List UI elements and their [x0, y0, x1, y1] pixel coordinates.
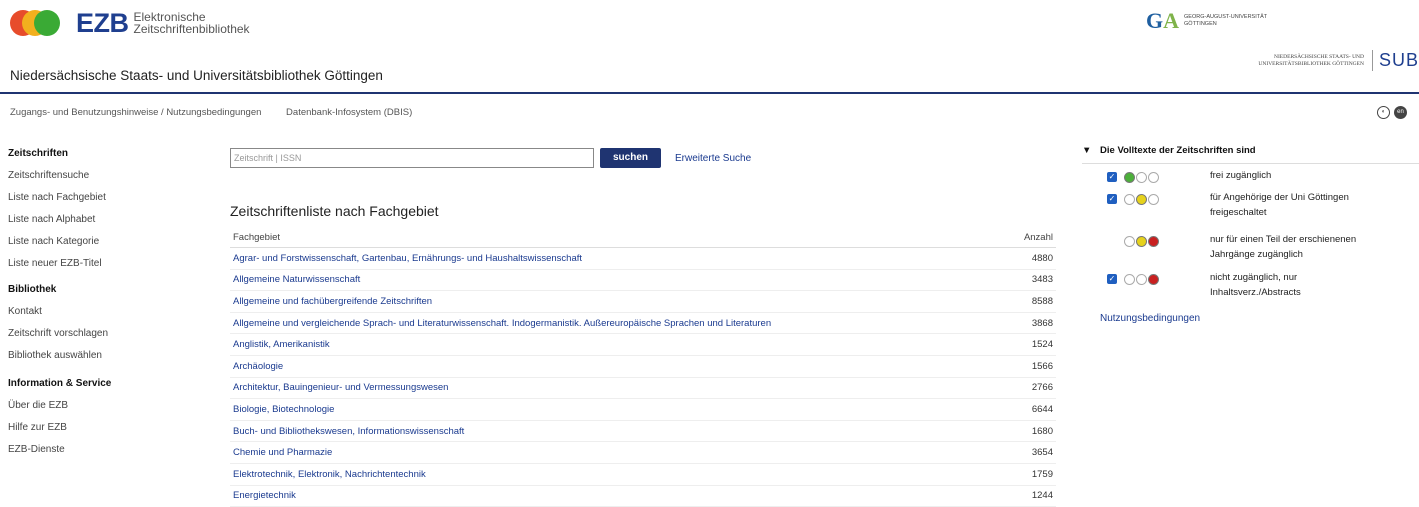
header-divider — [0, 92, 1419, 94]
search-input[interactable]: Zeitschrift | ISSN — [230, 148, 594, 168]
list-title: Zeitschriftenliste nach Fachgebiet — [230, 203, 439, 219]
column-header-count: Anzahl — [1005, 227, 1056, 248]
access-legend: ▼ Die Volltexte der Zeitschriften sind ✓… — [1082, 143, 1419, 302]
terms-of-use-link[interactable]: Nutzungsbedingungen — [1100, 313, 1200, 324]
journal-count: 1244 — [1005, 485, 1056, 507]
traffic-light-icon — [1124, 172, 1159, 183]
journal-count: 1680 — [1005, 420, 1056, 443]
table-row: Architektur, Bauingenieur- und Vermessun… — [230, 377, 1056, 400]
legend-row: ✓ nicht zugänglich, nur Inhaltsverz./Abst… — [1082, 266, 1419, 302]
legend-text: frei zugänglich — [1210, 170, 1272, 181]
journal-count: 3654 — [1005, 441, 1056, 464]
traffic-light-icon — [1124, 194, 1159, 205]
table-row: Energietechnik 1244 — [230, 485, 1056, 507]
sidebar-item-suggest-journal[interactable]: Zeitschrift vorschlagen — [8, 326, 208, 348]
journal-count: 2766 — [1005, 377, 1056, 400]
sidebar-item-by-alphabet[interactable]: Liste nach Alphabet — [8, 212, 208, 234]
subject-link[interactable]: Biologie, Biotechnologie — [233, 404, 334, 415]
sidebar-item-contact[interactable]: Kontakt — [8, 304, 208, 326]
contrast-icon[interactable]: ◐ — [1377, 106, 1390, 119]
journal-count: 1566 — [1005, 355, 1056, 378]
subject-link[interactable]: Anglistik, Amerikanistik — [233, 339, 330, 350]
sidebar-heading-library: Bibliothek — [8, 284, 57, 295]
journal-count: 8588 — [1005, 290, 1056, 313]
topnav-access-terms[interactable]: Zugangs- und Benutzungshinweise / Nutzun… — [10, 107, 261, 118]
table-row: Allgemeine und fachübergreifende Zeitsch… — [230, 290, 1056, 313]
journal-count: 3868 — [1005, 312, 1056, 335]
journal-count: 4880 — [1005, 247, 1056, 270]
table-row: Allgemeine Naturwissenschaft 3483 — [230, 269, 1056, 292]
logo-circles — [10, 8, 72, 38]
subject-link[interactable]: Architektur, Bauingenieur- und Vermessun… — [233, 382, 448, 393]
subject-link[interactable]: Allgemeine und fachübergreifende Zeitsch… — [233, 296, 432, 307]
legend-text: nicht zugänglich, nur Inhaltsverz./Abstr… — [1210, 272, 1301, 298]
subject-table: Fachgebiet Anzahl Agrar- und Forstwissen… — [230, 227, 1056, 507]
sidebar-item-journal-search[interactable]: Zeitschriftensuche — [8, 168, 208, 190]
sidebar: Zeitschriften Zeitschriftensuche Liste n… — [8, 146, 208, 464]
filter-checkbox[interactable]: ✓ — [1107, 172, 1117, 182]
library-title: Niedersächsische Staats- und Universität… — [10, 68, 383, 83]
filter-checkbox[interactable]: ✓ — [1107, 194, 1117, 204]
top-navigation: Zugangs- und Benutzungshinweise / Nutzun… — [10, 107, 434, 118]
filter-checkbox[interactable]: ✓ — [1107, 274, 1117, 284]
traffic-light-icon — [1124, 236, 1159, 247]
table-row: Agrar- und Forstwissenschaft, Gartenbau,… — [230, 247, 1056, 270]
language-en-icon[interactable]: en — [1394, 106, 1407, 119]
subject-link[interactable]: Allgemeine Naturwissenschaft — [233, 274, 360, 285]
subject-link[interactable]: Agrar- und Forstwissenschaft, Gartenbau,… — [233, 253, 582, 264]
legend-row: ✓ frei zugänglich — [1082, 164, 1419, 186]
sidebar-item-select-library[interactable]: Bibliothek auswählen — [8, 348, 208, 370]
journal-count: 6644 — [1005, 398, 1056, 421]
table-row: Biologie, Biotechnologie 6644 — [230, 398, 1056, 421]
column-header-subject: Fachgebiet — [230, 227, 1006, 248]
table-row: Allgemeine und vergleichende Sprach- und… — [230, 312, 1056, 335]
legend-text: nur für einen Teil der erschienenen Jahr… — [1210, 234, 1357, 260]
sidebar-item-by-category[interactable]: Liste nach Kategorie — [8, 234, 208, 256]
table-row: Buch- und Bibliothekswesen, Informations… — [230, 420, 1056, 443]
chevron-down-icon: ▼ — [1082, 145, 1092, 156]
advanced-search-link[interactable]: Erweiterte Suche — [675, 153, 751, 164]
table-row: Archäologie 1566 — [230, 355, 1056, 378]
sidebar-heading-journals: Zeitschriften — [8, 148, 69, 159]
ezb-logo[interactable]: EZB Elektronische Zeitschriftenbibliothe… — [10, 6, 250, 40]
search-bar: Zeitschrift | ISSN suchen Erweiterte Suc… — [230, 148, 751, 168]
sidebar-item-new-titles[interactable]: Liste neuer EZB-Titel — [8, 256, 208, 278]
journal-count: 1759 — [1005, 463, 1056, 486]
legend-row: ✓ für Angehörige der Uni Göttingen freige… — [1082, 186, 1419, 228]
subject-link[interactable]: Archäologie — [233, 361, 283, 372]
subject-link[interactable]: Chemie und Pharmazie — [233, 447, 332, 458]
sidebar-item-help[interactable]: Hilfe zur EZB — [8, 420, 208, 442]
traffic-light-icon — [1124, 274, 1159, 285]
subject-link[interactable]: Elektrotechnik, Elektronik, Nachrichtent… — [233, 469, 426, 480]
legend-row: nur für einen Teil der erschienenen Jahr… — [1082, 228, 1419, 266]
journal-count: 3483 — [1005, 269, 1056, 292]
logo-text: EZB — [76, 7, 129, 38]
sidebar-item-by-subject[interactable]: Liste nach Fachgebiet — [8, 190, 208, 212]
sidebar-heading-info: Information & Service — [8, 378, 112, 389]
legend-header[interactable]: ▼ Die Volltexte der Zeitschriften sind — [1082, 143, 1419, 164]
journal-count: 1524 — [1005, 333, 1056, 356]
sidebar-item-services[interactable]: EZB-Dienste — [8, 442, 208, 464]
search-button[interactable]: suchen — [600, 148, 662, 168]
subject-link[interactable]: Buch- und Bibliothekswesen, Informations… — [233, 426, 464, 437]
table-row: Anglistik, Amerikanistik 1524 — [230, 333, 1056, 356]
sidebar-item-about[interactable]: Über die EZB — [8, 398, 208, 420]
logo-subtitle: Elektronische Zeitschriftenbibliothek — [133, 10, 250, 36]
subject-link[interactable]: Allgemeine und vergleichende Sprach- und… — [233, 318, 771, 329]
goettingen-university-logo[interactable]: GA GEORG-AUGUST-UNIVERSITÄT GÖTTINGEN — [1146, 8, 1267, 34]
table-row: Chemie und Pharmazie 3654 — [230, 441, 1056, 464]
subject-link[interactable]: Energietechnik — [233, 490, 296, 501]
legend-text: für Angehörige der Uni Göttingen freiges… — [1210, 192, 1349, 218]
topnav-dbis[interactable]: Datenbank-Infosystem (DBIS) — [286, 107, 412, 118]
table-row: Elektrotechnik, Elektronik, Nachrichtent… — [230, 463, 1056, 486]
header-icons: ◐ en — [1377, 106, 1407, 119]
sub-library-logo[interactable]: NIEDERSÄCHSISCHE STAATS- UND UNIVERSITÄT… — [1258, 50, 1419, 71]
